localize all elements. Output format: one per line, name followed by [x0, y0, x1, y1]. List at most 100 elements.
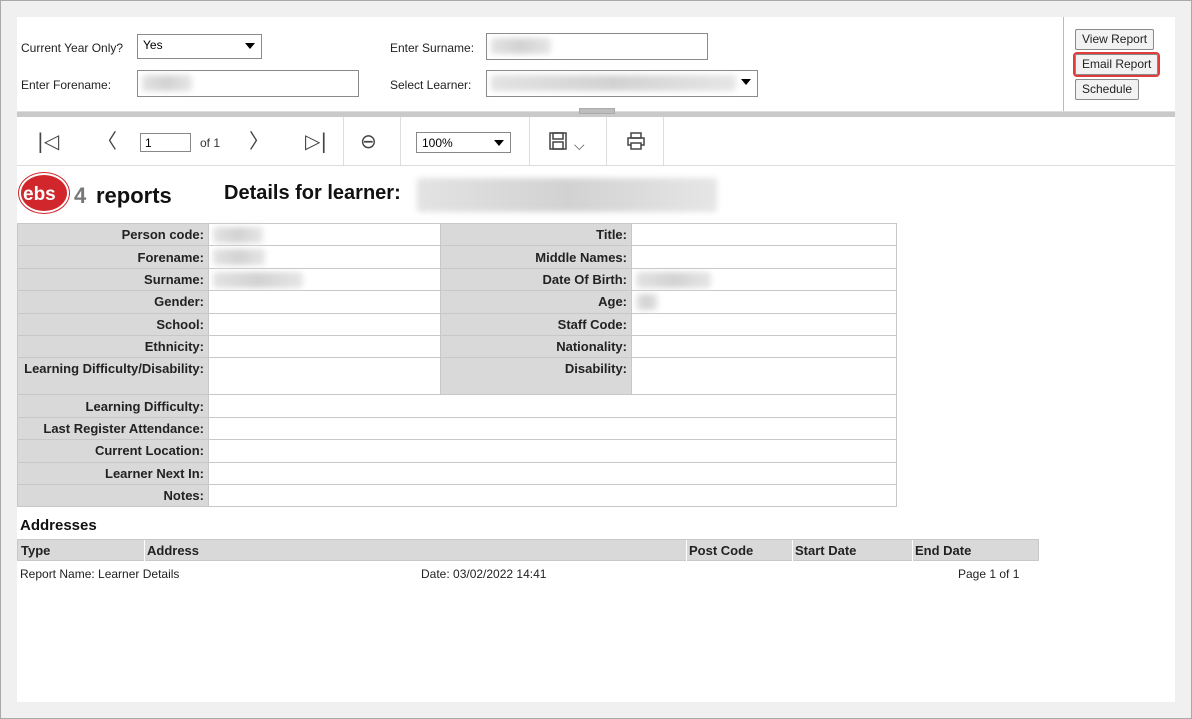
gender-value	[208, 290, 441, 314]
forename-field-label: Forename:	[17, 245, 209, 269]
table-row: Learning Difficulty:	[17, 394, 897, 418]
page-title: Details for learner:	[224, 182, 401, 204]
next-page-icon[interactable]: 〉	[249, 131, 269, 151]
last-register-label: Last Register Attendance:	[17, 416, 209, 441]
ldd-value	[208, 357, 441, 396]
notes-label: Notes:	[17, 483, 209, 508]
table-row: Ethnicity: Nationality:	[17, 334, 897, 359]
middle-names-value	[631, 245, 897, 269]
schedule-button[interactable]: Schedule	[1075, 79, 1140, 100]
print-icon[interactable]	[626, 131, 646, 154]
logo-reports: reports	[96, 183, 172, 208]
zoom-value: 100%	[422, 136, 453, 150]
current-location-label: Current Location:	[17, 439, 209, 463]
staff-code-label: Staff Code:	[440, 312, 632, 336]
last-register-value	[208, 416, 897, 441]
chevron-down-icon	[741, 79, 751, 85]
report-viewer: Current Year Only? Yes Enter Forename: E…	[17, 17, 1175, 702]
column-header-start-date: Start Date	[795, 543, 857, 558]
nationality-value	[631, 334, 897, 359]
middle-names-label: Middle Names:	[440, 245, 632, 269]
toolbar-divider	[663, 117, 664, 165]
surname-field-label: Surname:	[17, 267, 209, 292]
nationality-label: Nationality:	[440, 334, 632, 359]
redacted-forename	[142, 75, 192, 91]
dob-value	[631, 267, 897, 292]
column-header-end-date: End Date	[915, 543, 972, 558]
addresses-table-header: Type Address Post Code Start Date End Da…	[17, 539, 1039, 562]
learning-difficulty-label: Learning Difficulty:	[17, 394, 209, 418]
view-report-button[interactable]: View Report	[1075, 29, 1155, 50]
column-header-post-code: Post Code	[689, 543, 754, 558]
addresses-heading: Addresses	[20, 517, 97, 534]
learner-details-table: Person code: Title: Forename: Middle Nam…	[17, 222, 897, 508]
title-value	[631, 222, 897, 247]
title-label: Title:	[440, 222, 632, 247]
column-header-type: Type	[21, 543, 51, 558]
staff-code-value	[631, 312, 897, 336]
ethnicity-label: Ethnicity:	[17, 334, 209, 359]
ldd-label: Learning Difficulty/Disability:	[17, 357, 209, 396]
school-label: School:	[17, 312, 209, 336]
redacted-learner	[491, 75, 736, 91]
page-number-input[interactable]	[140, 133, 191, 152]
report-toolbar: |◁ 〈 of 1 〉 ▷| ⊖ 100% ⌵	[17, 117, 1175, 166]
table-row: Learning Difficulty/Disability: Disabili…	[17, 357, 897, 396]
surname-input[interactable]	[486, 33, 708, 60]
notes-value	[208, 483, 897, 508]
chevron-down-icon	[245, 43, 255, 49]
learner-label: Select Learner:	[390, 78, 472, 92]
report-name: Report Name: Learner Details	[20, 567, 180, 581]
learning-difficulty-value	[208, 394, 897, 418]
last-page-icon[interactable]: ▷|	[305, 131, 327, 151]
table-row: Surname: Date Of Birth:	[17, 267, 897, 292]
person-code-label: Person code:	[17, 222, 209, 247]
table-row: Person code: Title:	[17, 222, 897, 247]
redacted-learner-name	[417, 178, 717, 212]
toolbar-divider	[400, 117, 401, 165]
table-row: Forename: Middle Names:	[17, 245, 897, 269]
chevron-down-icon[interactable]: ⌵	[574, 136, 585, 156]
current-year-value: Yes	[143, 38, 163, 52]
forename-input[interactable]	[137, 70, 359, 97]
column-header-address: Address	[147, 543, 200, 558]
person-code-value	[208, 222, 441, 247]
previous-page-icon[interactable]: 〈	[97, 131, 117, 151]
gender-label: Gender:	[17, 290, 209, 314]
age-value	[631, 290, 897, 314]
email-report-button[interactable]: Email Report	[1072, 52, 1161, 77]
page-indicator: Page 1 of 1	[958, 567, 1020, 581]
parameters-area: Current Year Only? Yes Enter Forename: E…	[17, 17, 1175, 112]
logo-text: ebs	[23, 184, 56, 205]
forename-value	[208, 245, 441, 269]
table-row: Gender: Age:	[17, 290, 897, 314]
surname-value	[208, 267, 441, 292]
back-icon[interactable]: ⊖	[360, 131, 377, 151]
toolbar-divider	[343, 117, 344, 165]
save-icon[interactable]	[548, 131, 568, 154]
toolbar-divider	[606, 117, 607, 165]
report-buttons: View Report Email Report Schedule	[1063, 17, 1175, 111]
ethnicity-value	[208, 334, 441, 359]
current-year-select[interactable]: Yes	[137, 34, 262, 59]
page-count-label: of 1	[200, 136, 221, 150]
dob-label: Date Of Birth:	[440, 267, 632, 292]
surname-label: Enter Surname:	[390, 41, 475, 55]
current-location-value	[208, 439, 897, 463]
report-date: Date: 03/02/2022 14:41	[421, 567, 547, 581]
table-row: Learner Next In:	[17, 461, 897, 485]
table-row: Last Register Attendance:	[17, 416, 897, 441]
school-value	[208, 312, 441, 336]
redacted-surname	[491, 38, 551, 54]
logo-number: 4	[74, 183, 87, 208]
table-row: Notes:	[17, 483, 897, 508]
toolbar-divider	[529, 117, 530, 165]
first-page-icon[interactable]: |◁	[37, 131, 59, 151]
table-row: School: Staff Code:	[17, 312, 897, 336]
chevron-down-icon	[494, 140, 504, 146]
collapse-parameters-handle[interactable]	[579, 108, 615, 114]
zoom-select[interactable]: 100%	[416, 132, 511, 153]
age-label: Age:	[440, 290, 632, 314]
disability-value	[631, 357, 897, 396]
learner-select[interactable]	[486, 70, 758, 97]
